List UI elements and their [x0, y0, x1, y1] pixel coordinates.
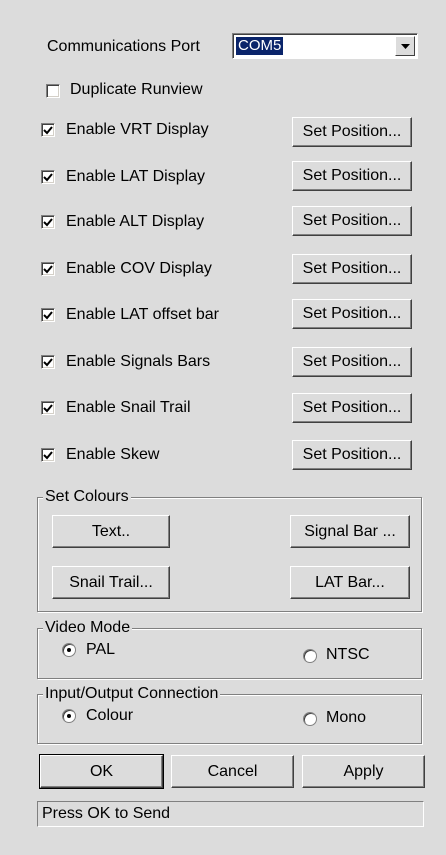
- colour-label: Colour: [86, 707, 134, 724]
- set-colours-title: Set Colours: [43, 488, 131, 506]
- apply-button[interactable]: Apply: [302, 755, 425, 788]
- enable-cov-label: Enable COV Display: [66, 260, 212, 277]
- check-icon: [43, 311, 53, 320]
- enable-alt-checkbox[interactable]: [41, 215, 55, 229]
- enable-vrt-label: Enable VRT Display: [66, 121, 209, 138]
- comm-port-select[interactable]: COM5: [232, 33, 418, 59]
- check-icon: [43, 404, 53, 413]
- cancel-button[interactable]: Cancel: [171, 755, 294, 788]
- set-position-signals-bars-button[interactable]: Set Position...: [292, 347, 412, 377]
- enable-lat-offset-checkbox[interactable]: [41, 308, 55, 322]
- snail-trail-colour-button[interactable]: Snail Trail...: [52, 566, 170, 599]
- enable-snail-trail-label: Enable Snail Trail: [66, 399, 191, 416]
- enable-snail-trail-checkbox[interactable]: [41, 401, 55, 415]
- set-position-skew-button[interactable]: Set Position...: [292, 440, 412, 470]
- ntsc-label: NTSC: [326, 646, 370, 663]
- set-position-alt-button[interactable]: Set Position...: [292, 206, 412, 236]
- set-position-vrt-button[interactable]: Set Position...: [292, 117, 412, 147]
- enable-skew-checkbox[interactable]: [41, 448, 55, 462]
- enable-alt-label: Enable ALT Display: [66, 213, 205, 230]
- set-position-lat-button[interactable]: Set Position...: [292, 161, 412, 191]
- mono-radio[interactable]: [303, 712, 317, 726]
- pal-label: PAL: [86, 641, 116, 658]
- duplicate-runview-label: Duplicate Runview: [70, 81, 203, 98]
- lat-bar-colour-button[interactable]: LAT Bar...: [290, 566, 410, 599]
- signal-bar-colour-button[interactable]: Signal Bar ...: [290, 515, 410, 548]
- enable-vrt-checkbox[interactable]: [41, 123, 55, 137]
- set-position-snail-trail-button[interactable]: Set Position...: [292, 393, 412, 423]
- set-position-lat-offset-button[interactable]: Set Position...: [292, 299, 412, 329]
- status-bar: Press OK to Send: [37, 801, 424, 827]
- pal-radio[interactable]: [62, 643, 76, 657]
- check-icon: [43, 451, 53, 460]
- check-icon: [43, 126, 53, 135]
- colour-radio[interactable]: [62, 709, 76, 723]
- enable-lat-offset-label: Enable LAT offset bar: [66, 306, 219, 323]
- enable-lat-checkbox[interactable]: [41, 170, 55, 184]
- enable-signals-bars-checkbox[interactable]: [41, 355, 55, 369]
- comm-port-label: Communications Port: [47, 38, 200, 55]
- comm-port-value: COM5: [236, 37, 284, 55]
- check-icon: [43, 218, 53, 227]
- ntsc-radio[interactable]: [303, 649, 317, 663]
- io-connection-title: Input/Output Connection: [43, 685, 221, 703]
- set-position-cov-button[interactable]: Set Position...: [292, 254, 412, 284]
- enable-lat-label: Enable LAT Display: [66, 168, 206, 185]
- check-icon: [43, 358, 53, 367]
- chevron-down-icon[interactable]: [395, 36, 415, 56]
- enable-cov-checkbox[interactable]: [41, 262, 55, 276]
- enable-skew-label: Enable Skew: [66, 446, 160, 463]
- text-colour-button[interactable]: Text..: [52, 515, 170, 548]
- enable-signals-bars-label: Enable Signals Bars: [66, 353, 211, 370]
- duplicate-runview-checkbox[interactable]: [46, 84, 60, 98]
- mono-label: Mono: [326, 709, 367, 726]
- check-icon: [43, 265, 53, 274]
- ok-button[interactable]: OK: [39, 754, 164, 789]
- video-mode-title: Video Mode: [43, 619, 133, 637]
- check-icon: [43, 173, 53, 182]
